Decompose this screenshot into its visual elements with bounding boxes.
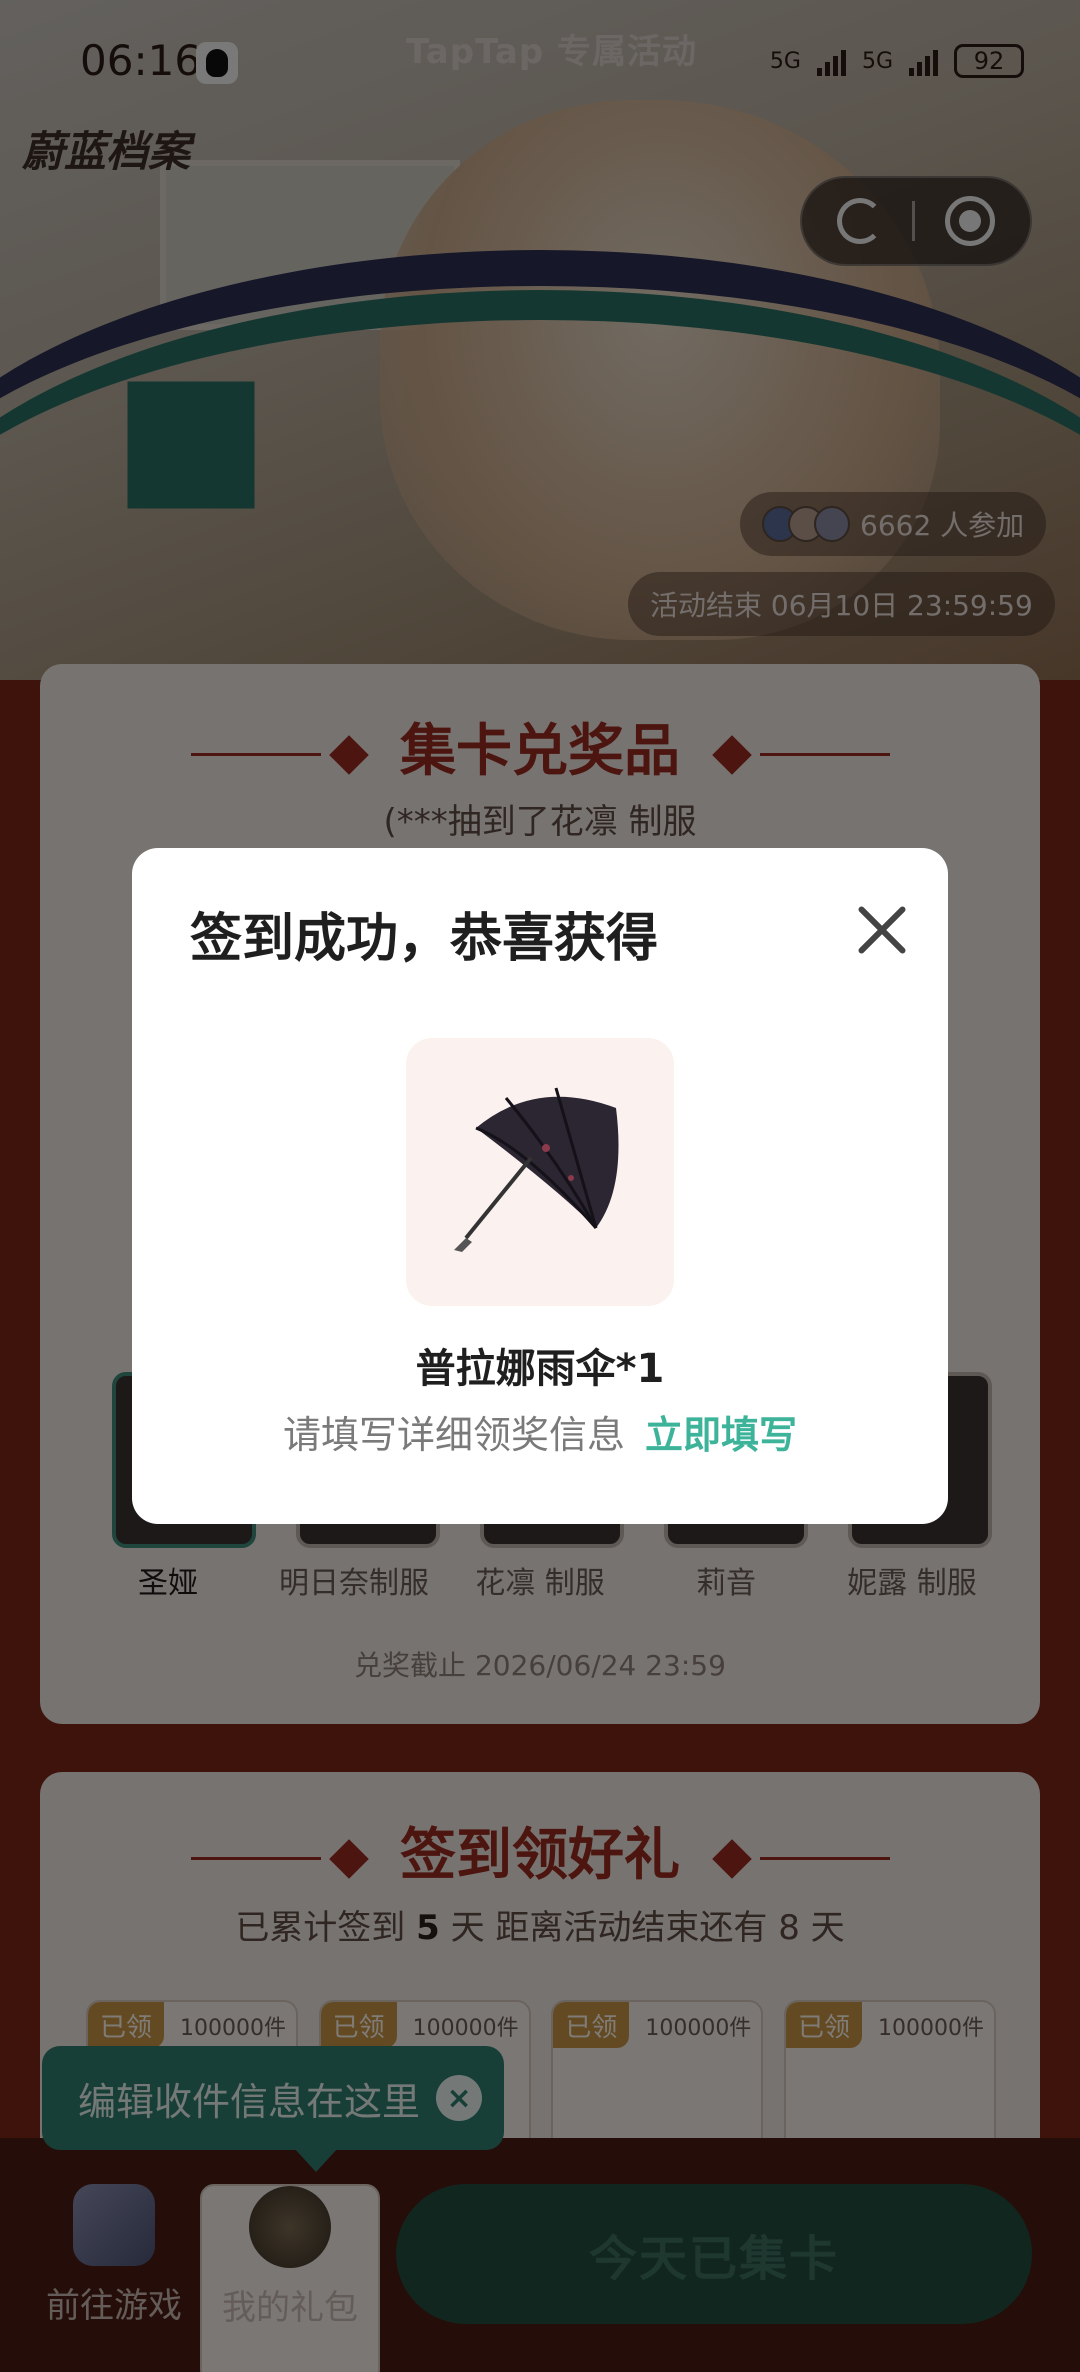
- fill-info-link[interactable]: 立即填写: [645, 1413, 797, 1457]
- umbrella-icon: [454, 1087, 619, 1252]
- prize-name: 普拉娜雨伞*1: [415, 1346, 665, 1392]
- prize-info: 请填写详细领奖信息 立即填写: [132, 1404, 948, 1459]
- signin-success-dialog: 签到成功，恭喜获得 普拉娜雨伞*1 请填写详细领奖信息 立即填写: [132, 848, 948, 1524]
- prize-info-text: 请填写详细领奖信息: [282, 1413, 625, 1457]
- dialog-title: 签到成功，恭喜获得: [190, 909, 659, 969]
- close-icon[interactable]: [852, 900, 912, 960]
- umbrella-prize-image: [406, 1038, 674, 1306]
